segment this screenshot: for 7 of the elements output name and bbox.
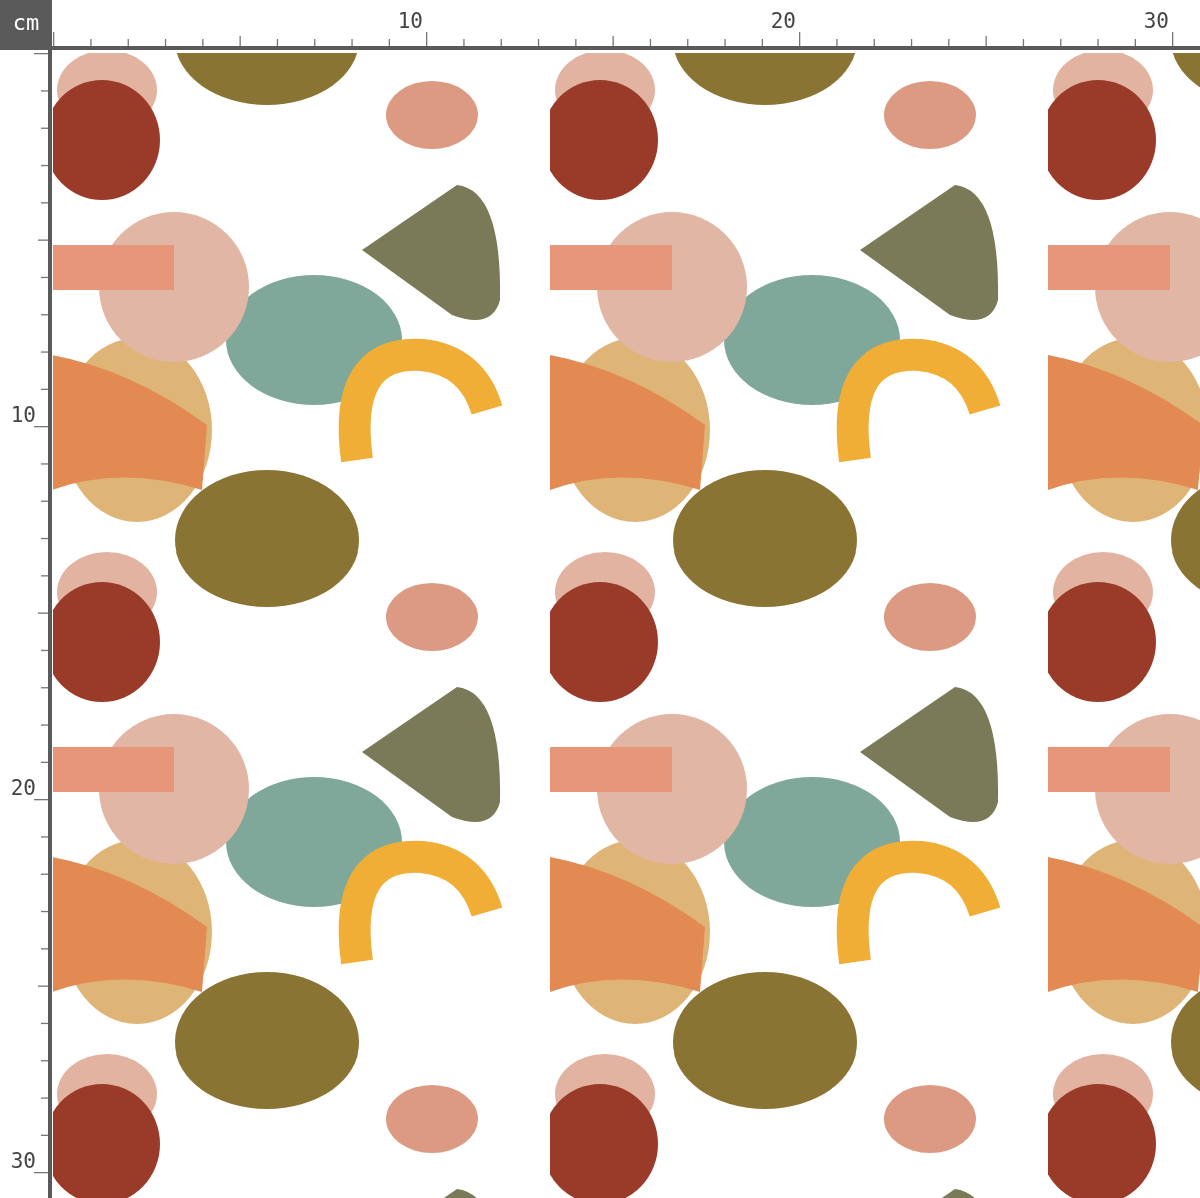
ruler-label: 20 xyxy=(770,9,796,33)
ruler-label: 10 xyxy=(10,403,36,427)
ruler-label: 30 xyxy=(1143,9,1169,33)
ruler-label: 10 xyxy=(397,9,423,33)
ruler-label: 20 xyxy=(10,776,36,800)
unit-label: cm xyxy=(12,9,40,37)
ruler-label: 30 xyxy=(10,1149,36,1173)
